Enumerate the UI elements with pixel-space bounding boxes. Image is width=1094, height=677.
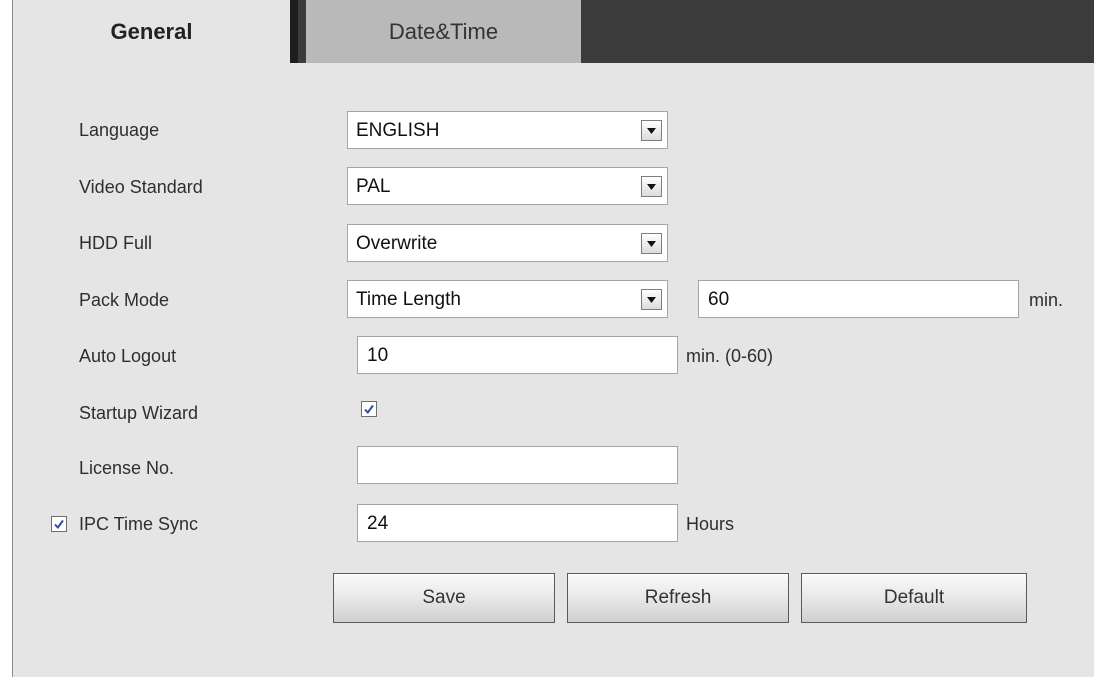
chevron-down-icon[interactable] (641, 176, 662, 197)
ipc-time-sync-unit: Hours (686, 514, 735, 534)
video-standard-label: Video Standard (79, 177, 203, 197)
ipc-time-sync-label: IPC Time Sync (79, 514, 199, 534)
hdd-full-value: Overwrite (356, 233, 438, 254)
pack-length-input[interactable]: 60 (698, 280, 1019, 318)
language-value: ENGLISH (356, 120, 440, 141)
hdd-full-select[interactable]: Overwrite (347, 224, 668, 262)
auto-logout-input[interactable]: 10 (357, 336, 678, 374)
ipc-time-sync-input[interactable]: 24 (357, 504, 678, 542)
checkmark-icon (364, 404, 374, 415)
tab-general[interactable]: General (13, 0, 298, 63)
startup-wizard-label: Startup Wizard (79, 403, 199, 423)
pack-length-unit: min. (1029, 290, 1064, 310)
startup-wizard-checkbox[interactable] (361, 401, 377, 417)
tab-date-time[interactable]: Date&Time (306, 0, 581, 63)
pack-mode-label: Pack Mode (79, 290, 170, 310)
pack-mode-select[interactable]: Time Length (347, 280, 668, 318)
video-standard-value: PAL (356, 176, 391, 197)
auto-logout-label: Auto Logout (79, 346, 177, 366)
pack-mode-value: Time Length (356, 289, 461, 310)
ipc-time-sync-checkbox[interactable] (51, 516, 67, 532)
auto-logout-unit: min. (0-60) (686, 346, 774, 366)
chevron-down-icon[interactable] (641, 289, 662, 310)
tab-bar: General Date&Time (13, 0, 1094, 63)
license-no-label: License No. (79, 458, 175, 478)
hdd-full-label: HDD Full (79, 233, 153, 253)
chevron-down-icon[interactable] (641, 233, 662, 254)
chevron-down-icon[interactable] (641, 120, 662, 141)
default-button[interactable]: Default (801, 573, 1027, 623)
save-button[interactable]: Save (333, 573, 555, 623)
license-no-input[interactable] (357, 446, 678, 484)
video-standard-select[interactable]: PAL (347, 167, 668, 205)
language-label: Language (79, 120, 160, 140)
refresh-button[interactable]: Refresh (567, 573, 789, 623)
language-select[interactable]: ENGLISH (347, 111, 668, 149)
checkmark-icon (54, 519, 64, 530)
